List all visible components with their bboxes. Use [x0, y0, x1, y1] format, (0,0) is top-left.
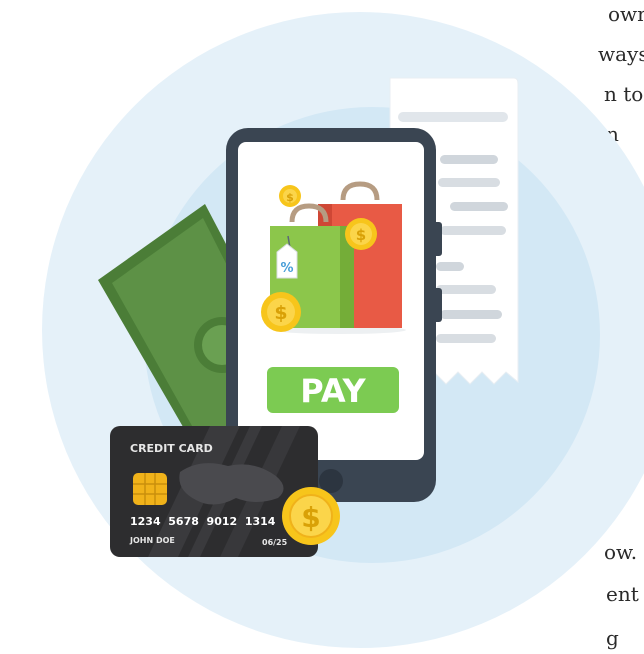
pay-button-label: PAY — [300, 372, 366, 410]
card-holder: JOHN DOE — [129, 536, 175, 545]
credit-card: CREDIT CARD 1234 5678 9012 1314 JOHN DOE… — [110, 426, 318, 557]
svg-text:$: $ — [356, 226, 366, 244]
pay-button[interactable]: PAY — [267, 367, 399, 413]
coin-icon: $ — [282, 487, 340, 545]
coin-icon: $ — [261, 292, 301, 332]
svg-text:$: $ — [286, 191, 294, 204]
card-title: CREDIT CARD — [130, 442, 213, 455]
svg-text:$: $ — [301, 501, 320, 534]
card-chip-icon — [133, 473, 167, 505]
home-button — [319, 469, 343, 493]
card-number: 1234 5678 9012 1314 — [130, 515, 276, 528]
coin-icon: $ — [345, 218, 377, 250]
discount-tag-label: % — [280, 261, 293, 276]
svg-text:$: $ — [274, 302, 287, 324]
coin-icon: $ — [279, 185, 301, 207]
card-expiry: 06/25 — [262, 538, 288, 547]
mobile-payment-illustration: % $ $ $ PAY CREDIT CARD 1234 5678 9012 1… — [42, 12, 644, 648]
